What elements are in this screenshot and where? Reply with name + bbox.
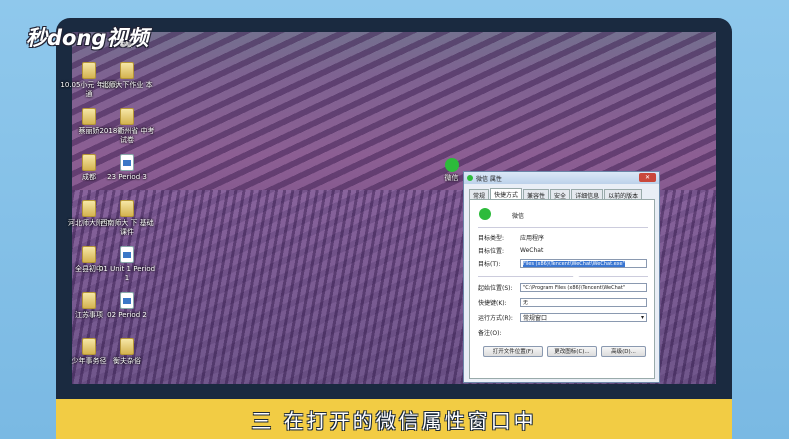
comment-label: 备注(O): xyxy=(478,330,502,337)
shortcut-key-label: 快捷键(K): xyxy=(478,300,507,307)
open-file-location-button[interactable]: 打开文件位置(F) xyxy=(483,346,543,357)
shortcut-key-input[interactable]: 无 xyxy=(520,298,647,307)
desktop-icon-label: 23 Period 3 xyxy=(107,173,147,181)
start-in-row: 起始位置(S): "C:\Program Files (x86)\Tencent… xyxy=(478,283,647,292)
divider xyxy=(478,227,648,228)
desktop-icon[interactable]: 01 Unit 1 Period 1 xyxy=(98,246,156,283)
target-label: 目标(T): xyxy=(478,261,501,268)
wechat-icon xyxy=(467,175,473,181)
dialog-title: 微信 属性 xyxy=(476,175,502,183)
comment-row: 备注(O): xyxy=(478,328,520,337)
subtitle-caption: 三 在打开的微信属性窗口中 xyxy=(56,399,732,439)
advanced-button[interactable]: 高级(D)... xyxy=(601,346,646,357)
folder-icon xyxy=(82,338,96,355)
target-input[interactable]: Files (x86)\Tencent\WeChat\WeChat.exe" xyxy=(520,259,647,268)
target-location-value: WeChat xyxy=(520,247,544,254)
document-icon xyxy=(120,154,134,171)
desktop-icon[interactable]: 23 Period 3 xyxy=(98,154,156,182)
desktop-icon-label: 成都 xyxy=(82,173,96,181)
logo-subtitle: 平板 xyxy=(120,42,133,49)
desktop-icon-label: 2018衢州省 中考试卷 xyxy=(99,127,155,144)
dialog-titlebar[interactable]: 微信 属性 xyxy=(464,172,659,184)
folder-icon xyxy=(82,62,96,79)
folder-icon xyxy=(82,246,96,263)
folder-icon xyxy=(82,292,96,309)
desktop-icon[interactable]: 2018衢州省 中考试卷 xyxy=(98,108,156,145)
target-type-label: 目标类型: xyxy=(478,235,505,242)
run-label: 运行方式(R): xyxy=(478,315,513,322)
close-button[interactable]: ✕ xyxy=(639,173,656,182)
properties-dialog: 微信 属性 ✕ 常规 快捷方式 兼容性 安全 详细信息 以前的版本 微信 目标类… xyxy=(463,171,660,383)
desktop-icon[interactable]: 02 Period 2 xyxy=(98,292,156,320)
desktop-icon-label: 西南师大 下 基础课件 xyxy=(100,219,154,236)
desktop-icon[interactable]: 衡夫杂俗 xyxy=(98,338,156,366)
wechat-app-icon xyxy=(479,208,491,220)
target-location-row: 目标位置: WeChat xyxy=(478,246,543,255)
desktop-icon-label: 01 Unit 1 Period 1 xyxy=(98,265,156,282)
target-type-row: 目标类型: 应用程序 xyxy=(478,233,544,242)
wechat-icon xyxy=(444,158,459,172)
chevron-down-icon: ▾ xyxy=(640,314,644,321)
target-value: Files (x86)\Tencent\WeChat\WeChat.exe" xyxy=(523,261,625,267)
folder-icon xyxy=(82,108,96,125)
folder-icon xyxy=(120,62,134,79)
app-name: 微信 xyxy=(512,213,525,220)
document-icon xyxy=(120,246,134,263)
target-type-value: 应用程序 xyxy=(520,235,545,242)
run-select[interactable]: 常规窗口 ▾ xyxy=(520,313,647,322)
folder-icon xyxy=(120,108,134,125)
divider xyxy=(478,276,648,277)
target-location-label: 目标位置: xyxy=(478,248,505,255)
desktop-icon-label: 衡夫杂俗 xyxy=(113,357,141,365)
desktop-icon-label: 蔡丽娇 xyxy=(78,127,100,135)
folder-icon xyxy=(120,200,134,217)
start-in-label: 起始位置(S): xyxy=(478,285,513,292)
desktop-icon[interactable]: 西南师大 下 基础课件 xyxy=(98,200,156,237)
desktop-icon[interactable]: 北师大下作业 本 xyxy=(98,62,156,90)
start-in-input[interactable]: "C:\Program Files (x86)\Tencent\WeChat" xyxy=(520,283,647,292)
run-value: 常规窗口 xyxy=(523,315,548,322)
change-icon-button[interactable]: 更改图标(C)... xyxy=(547,346,597,357)
desktop-icon-label: 北师大下作业 本 xyxy=(101,81,153,89)
shortcut-key-row: 快捷键(K): 无 xyxy=(478,298,647,307)
folder-icon xyxy=(120,338,134,355)
folder-icon xyxy=(82,154,96,171)
desktop-icon-label: 02 Period 2 xyxy=(107,311,147,319)
wechat-shortcut-label: 微信 xyxy=(444,174,459,182)
target-row: 目标(T): Files (x86)\Tencent\WeChat\WeChat… xyxy=(478,259,647,268)
run-row: 运行方式(R): 常规窗口 ▾ xyxy=(478,313,647,322)
document-icon xyxy=(120,292,134,309)
shortcut-panel: 微信 目标类型: 应用程序 目标位置: WeChat 目标(T): Files … xyxy=(469,199,655,379)
folder-icon xyxy=(82,200,96,217)
